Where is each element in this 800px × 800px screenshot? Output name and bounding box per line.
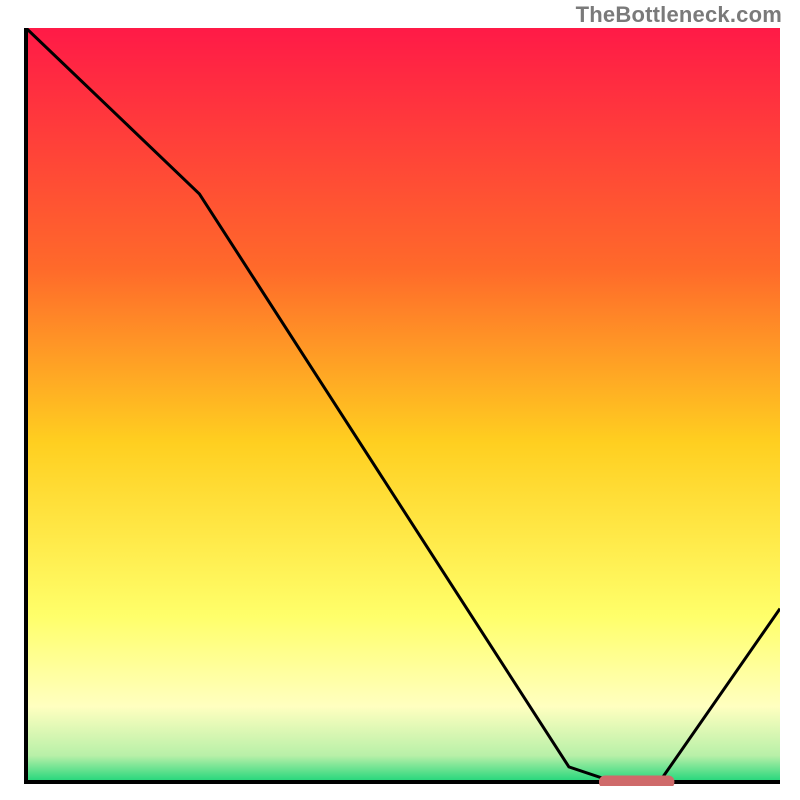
bottleneck-chart — [22, 28, 780, 786]
chart-background — [26, 28, 780, 782]
optimal-marker — [599, 776, 674, 787]
chart-container: TheBottleneck.com — [0, 0, 800, 800]
attribution-label: TheBottleneck.com — [576, 2, 782, 28]
